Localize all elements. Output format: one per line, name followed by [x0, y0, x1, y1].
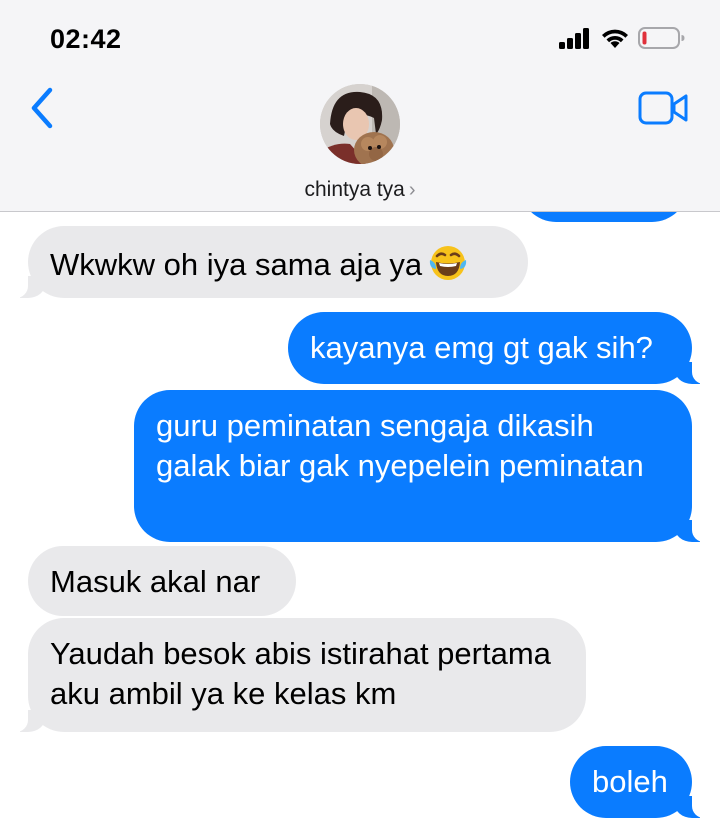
- message-bubble-outgoing[interactable]: kayanya emg gt gak sih?: [288, 312, 710, 384]
- message-text: Wkwkw oh iya sama aja ya: [50, 247, 423, 282]
- status-icons: [558, 26, 686, 55]
- message-bubble-incoming[interactable]: Masuk akal nar: [28, 546, 296, 616]
- conversation-header: 02:42 chintya tya ›: [0, 0, 720, 212]
- message-text: kayanya emg gt gak sih?: [310, 330, 653, 365]
- message-text: boleh: [592, 764, 668, 799]
- contact-avatar[interactable]: [320, 84, 400, 164]
- message-bubble-outgoing[interactable]: guru peminatan sengaja dikasih galak bia…: [134, 390, 710, 542]
- contact-name-button[interactable]: chintya tya ›: [0, 178, 720, 202]
- message-bubble-outgoing[interactable]: boleh: [570, 746, 710, 818]
- facetime-video-button[interactable]: [638, 90, 690, 126]
- avatar-photo: [320, 84, 400, 164]
- chevron-left-icon: [31, 87, 53, 129]
- contact-name: chintya tya: [304, 178, 405, 201]
- video-camera-icon: [638, 91, 688, 125]
- message-text: Yaudah besok abis istirahat pertama aku …: [50, 636, 551, 711]
- chevron-right-icon: ›: [408, 179, 416, 201]
- back-button[interactable]: [26, 86, 60, 130]
- wifi-icon: [600, 27, 630, 54]
- message-bubble-incoming[interactable]: Yaudah besok abis istirahat pertama aku …: [10, 618, 586, 732]
- status-time: 02:42: [50, 24, 122, 54]
- message-text: Masuk akal nar: [50, 564, 261, 599]
- battery-icon: [638, 26, 686, 55]
- message-text: guru peminatan sengaja dikasih galak bia…: [156, 408, 644, 483]
- message-bubble-incoming[interactable]: Wkwkw oh iya sama aja ya: [10, 226, 528, 298]
- signal-icon: [558, 27, 592, 54]
- face-with-tears-of-joy-icon: [428, 242, 468, 282]
